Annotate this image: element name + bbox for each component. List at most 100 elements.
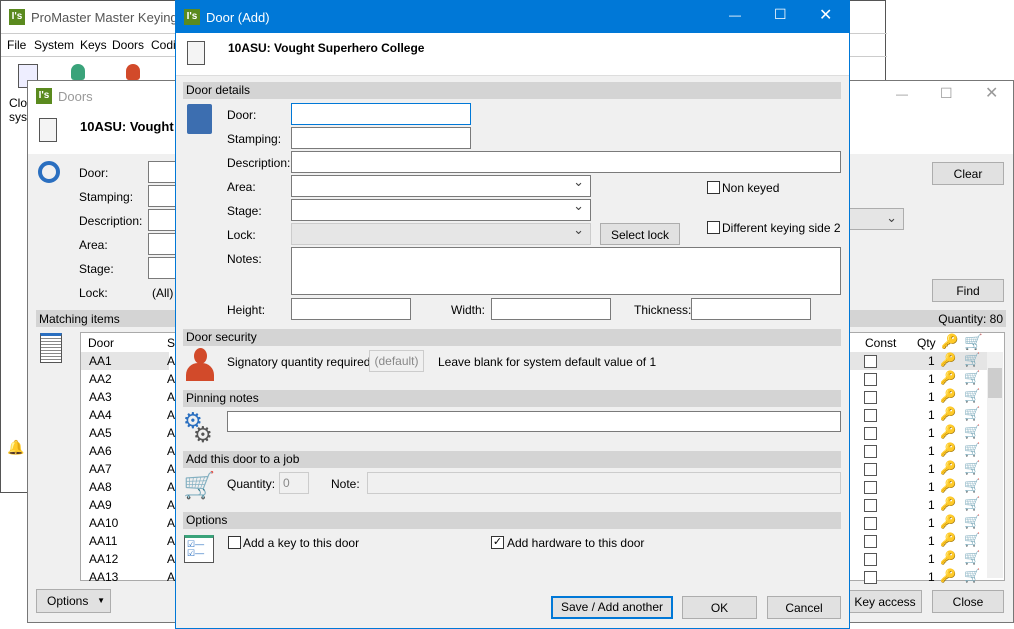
clear-button[interactable]: Clear: [932, 162, 1004, 185]
key-icon[interactable]: 🔑: [940, 442, 956, 458]
table-row[interactable]: AA12 A: [81, 550, 175, 568]
table-row[interactable]: AA4 A: [81, 406, 175, 424]
job-quantity-input[interactable]: 0: [279, 472, 309, 494]
cart-icon[interactable]: 🛒: [964, 532, 980, 548]
find-button[interactable]: Find: [932, 279, 1004, 302]
table-row-right[interactable]: 1 🔑 🛒: [850, 406, 987, 424]
const-checkbox[interactable]: [864, 481, 877, 494]
add-key-checkbox[interactable]: [228, 536, 241, 549]
non-keyed-checkbox[interactable]: [707, 181, 720, 194]
key-icon[interactable]: 🔑: [940, 460, 956, 476]
cart-icon[interactable]: 🛒: [964, 352, 980, 368]
table-row[interactable]: AA2 A: [81, 370, 175, 388]
key-icon[interactable]: 🔑: [940, 352, 956, 368]
menu-doors[interactable]: Doors: [112, 38, 144, 52]
const-checkbox[interactable]: [864, 391, 877, 404]
table-row[interactable]: AA9 A: [81, 496, 175, 514]
cart-icon[interactable]: 🛒: [964, 550, 980, 566]
stamping-input[interactable]: [291, 127, 471, 149]
table-row[interactable]: AA1 A: [81, 352, 175, 370]
dialog-close-button[interactable]: ✕: [819, 5, 832, 25]
add-hardware-label[interactable]: Add hardware to this door: [507, 536, 644, 550]
table-row-right[interactable]: 1 🔑 🛒: [850, 532, 987, 550]
const-checkbox[interactable]: [864, 517, 877, 530]
table-row-right[interactable]: 1 🔑 🛒: [850, 352, 987, 370]
cancel-button[interactable]: Cancel: [767, 596, 841, 619]
ok-button[interactable]: OK: [682, 596, 757, 619]
notes-textarea[interactable]: [291, 247, 841, 295]
col-door[interactable]: Door: [88, 336, 114, 350]
toolbar-label[interactable]: Clo syst: [9, 96, 29, 124]
job-note-input[interactable]: [367, 472, 841, 494]
minimize-button[interactable]: —: [896, 87, 908, 101]
thickness-input[interactable]: [691, 298, 811, 320]
cart-icon[interactable]: 🛒: [964, 424, 980, 440]
cart-icon[interactable]: 🛒: [964, 442, 980, 458]
key-icon[interactable]: 🔑: [940, 496, 956, 512]
menu-coding[interactable]: Codi: [151, 38, 176, 52]
filter-stamping-input[interactable]: [148, 185, 178, 207]
table-row[interactable]: AA6 A: [81, 442, 175, 460]
const-checkbox[interactable]: [864, 409, 877, 422]
close-button[interactable]: ✕: [985, 83, 998, 103]
signatory-input[interactable]: (default): [369, 350, 424, 372]
close-doors-button[interactable]: Close: [932, 590, 1004, 613]
menu-system[interactable]: System: [34, 38, 74, 52]
save-add-another-button[interactable]: Save / Add another: [551, 596, 673, 619]
cart-icon[interactable]: 🛒: [964, 388, 980, 404]
key-icon[interactable]: 🔑: [940, 370, 956, 386]
table-row-right[interactable]: 1 🔑 🛒: [850, 514, 987, 532]
list-scrollbar[interactable]: [987, 352, 1003, 578]
dialog-minimize-button[interactable]: —: [729, 8, 741, 22]
table-row-right[interactable]: 1 🔑 🛒: [850, 442, 987, 460]
key-icon[interactable]: 🔑: [940, 406, 956, 422]
filter-area-input[interactable]: [148, 233, 178, 255]
cart-icon[interactable]: 🛒: [964, 568, 980, 584]
maximize-button[interactable]: ☐: [940, 85, 953, 102]
const-checkbox[interactable]: [864, 355, 877, 368]
filter-description-input[interactable]: [148, 209, 178, 231]
table-row-right[interactable]: 1 🔑 🛒: [850, 460, 987, 478]
height-input[interactable]: [291, 298, 411, 320]
dialog-maximize-button[interactable]: ☐: [774, 6, 787, 23]
table-row-right[interactable]: 1 🔑 🛒: [850, 388, 987, 406]
const-checkbox[interactable]: [864, 499, 877, 512]
col-const[interactable]: Const: [865, 336, 896, 350]
const-checkbox[interactable]: [864, 571, 877, 584]
table-row-right[interactable]: 1 🔑 🛒: [850, 424, 987, 442]
filter-stage-input[interactable]: [148, 257, 178, 279]
table-row-right[interactable]: 1 🔑 🛒: [850, 550, 987, 568]
green-key-icon[interactable]: [71, 64, 85, 80]
key-icon[interactable]: 🔑: [940, 478, 956, 494]
cart-icon[interactable]: 🛒: [964, 478, 980, 494]
description-input[interactable]: [291, 151, 841, 173]
select-lock-button[interactable]: Select lock: [600, 223, 680, 245]
table-row[interactable]: AA11 A: [81, 532, 175, 550]
table-row-right[interactable]: 1 🔑 🛒: [850, 478, 987, 496]
key-icon[interactable]: 🔑: [940, 388, 956, 404]
const-checkbox[interactable]: [864, 427, 877, 440]
table-row[interactable]: AA13 A: [81, 568, 175, 586]
const-checkbox[interactable]: [864, 445, 877, 458]
non-keyed-label[interactable]: Non keyed: [722, 181, 779, 195]
key-icon[interactable]: 🔑: [940, 568, 956, 584]
table-row-right[interactable]: 1 🔑 🛒: [850, 370, 987, 388]
key-icon[interactable]: 🔑: [940, 550, 956, 566]
table-row-right[interactable]: 1 🔑 🛒: [850, 496, 987, 514]
cart-icon[interactable]: 🛒: [964, 496, 980, 512]
pinning-notes-input[interactable]: [227, 411, 841, 432]
add-hardware-checkbox[interactable]: ✓: [491, 536, 504, 549]
cart-icon[interactable]: 🛒: [964, 370, 980, 386]
table-row[interactable]: AA10 A: [81, 514, 175, 532]
const-checkbox[interactable]: [864, 553, 877, 566]
const-checkbox[interactable]: [864, 373, 877, 386]
table-row[interactable]: AA7 A: [81, 460, 175, 478]
table-row[interactable]: AA5 A: [81, 424, 175, 442]
filter-lock-value[interactable]: (All): [152, 286, 173, 300]
add-key-label[interactable]: Add a key to this door: [243, 536, 359, 550]
stage-select[interactable]: [291, 198, 591, 221]
cart-icon[interactable]: 🛒: [964, 406, 980, 422]
key-access-button[interactable]: Key access: [848, 590, 922, 613]
cart-icon[interactable]: 🛒: [964, 460, 980, 476]
table-row-right[interactable]: 1 🔑 🛒: [850, 568, 987, 586]
